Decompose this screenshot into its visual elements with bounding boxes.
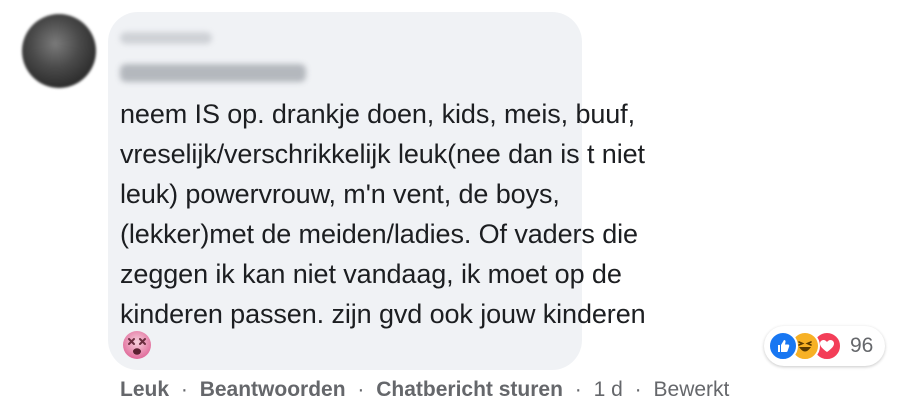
avatar[interactable] — [22, 14, 96, 88]
dizzy-face-emoji — [123, 331, 151, 359]
comment-line: (lekker)met de meiden/ladies. Of vaders … — [120, 219, 638, 249]
comment-line: neem IS op. drankje doen, kids, meis, bu… — [120, 99, 635, 129]
comment-text: neem IS op. drankje doen, kids, meis, bu… — [120, 94, 646, 334]
comment-actions: Leuk · Beantwoorden · Chatbericht sturen… — [120, 378, 729, 402]
comment-line: zeggen ik kan niet vandaag, ik moet op d… — [120, 259, 622, 289]
like-icon — [768, 331, 798, 361]
like-link[interactable]: Leuk — [120, 378, 169, 401]
separator: · — [574, 378, 582, 401]
blurred-badge — [120, 32, 212, 44]
separator: · — [634, 378, 642, 401]
separator: · — [357, 378, 365, 401]
edited-label[interactable]: Bewerkt — [654, 378, 730, 401]
blurred-author-name[interactable] — [120, 64, 306, 82]
comment-bubble: neem IS op. drankje doen, kids, meis, bu… — [108, 12, 646, 370]
reply-link[interactable]: Beantwoorden — [200, 378, 346, 401]
send-message-link[interactable]: Chatbericht sturen — [376, 378, 563, 401]
comment-container: neem IS op. drankje doen, kids, meis, bu… — [0, 0, 920, 414]
reaction-count: 96 — [850, 334, 874, 357]
timestamp[interactable]: 1 d — [594, 378, 623, 401]
comment-line: kinderen passen. zijn gvd ook jouw kinde… — [120, 299, 646, 329]
separator: · — [180, 378, 188, 401]
reactions-summary[interactable]: 96 — [764, 326, 886, 366]
comment-line: vreselijk/verschrikkelijk leuk(nee dan i… — [120, 139, 645, 169]
comment-line: leuk) powervrouw, m'n vent, de boys, — [120, 179, 560, 209]
